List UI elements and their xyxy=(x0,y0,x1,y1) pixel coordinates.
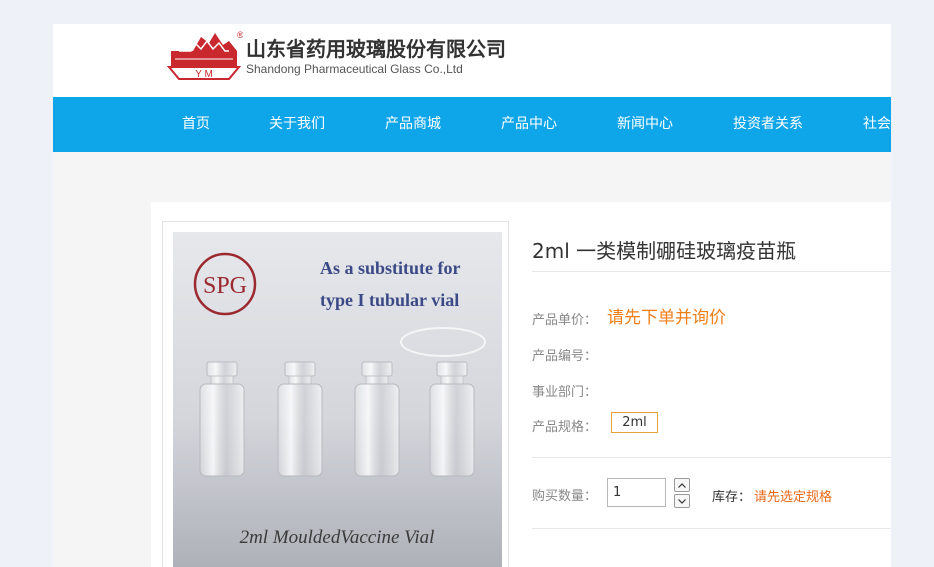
nav-item-investors[interactable]: 投资者关系 xyxy=(733,97,803,152)
image-headline-1: As a substitute for xyxy=(320,258,461,278)
company-logo[interactable]: Y M ® xyxy=(165,29,243,81)
nav-item-about[interactable]: 关于我们 xyxy=(269,97,325,152)
qty-label: 购买数量： xyxy=(532,489,598,504)
nav-item-products[interactable]: 产品中心 xyxy=(501,97,557,152)
dept-label: 事业部门： xyxy=(532,385,598,400)
vial-photo: SPG As a substitute for type I tubular v… xyxy=(173,232,502,567)
image-headline-2: type I tubular vial xyxy=(320,290,459,310)
chevron-up-icon xyxy=(678,482,686,488)
stock-value: 请先选定规格 xyxy=(754,490,833,505)
page-container: Y M ® 山东省药用玻璃股份有限公司 Shandong Pharmaceuti… xyxy=(53,24,891,567)
quantity-input[interactable] xyxy=(607,478,666,507)
product-title: 2ml 一类模制硼硅玻璃疫苗瓶 xyxy=(532,239,797,263)
title-divider xyxy=(532,271,891,272)
registered-mark: ® xyxy=(237,30,243,40)
nav-item-news[interactable]: 新闻中心 xyxy=(617,97,673,152)
logo-letters: Y M xyxy=(195,69,213,80)
company-name-cn: 山东省药用玻璃股份有限公司 xyxy=(246,37,506,61)
price-value: 请先下单并询价 xyxy=(607,308,726,328)
main-nav: 首页 关于我们 产品商城 产品中心 新闻中心 投资者关系 社会 xyxy=(53,97,891,152)
product-detail-card: SPG As a substitute for type I tubular v… xyxy=(151,202,891,567)
chevron-down-icon xyxy=(678,498,686,504)
price-label: 产品单价： xyxy=(532,313,598,328)
site-header: Y M ® 山东省药用玻璃股份有限公司 Shandong Pharmaceuti… xyxy=(53,24,891,97)
spec-divider xyxy=(532,457,891,458)
qty-decrease-button[interactable] xyxy=(674,494,690,508)
product-image[interactable]: SPG As a substitute for type I tubular v… xyxy=(173,232,502,567)
product-image-frame: SPG As a substitute for type I tubular v… xyxy=(162,221,509,567)
nav-item-shop[interactable]: 产品商城 xyxy=(385,97,441,152)
spg-logo-text: SPG xyxy=(203,273,247,299)
spec-option-2ml[interactable]: 2ml xyxy=(611,412,658,433)
code-label: 产品编号： xyxy=(532,349,598,364)
image-caption: 2ml MouldedVaccine Vial xyxy=(240,527,435,548)
nav-item-social[interactable]: 社会 xyxy=(863,97,891,152)
stock-label: 库存： xyxy=(712,490,752,505)
qty-increase-button[interactable] xyxy=(674,478,690,492)
spec-label: 产品规格： xyxy=(532,420,598,435)
nav-item-home[interactable]: 首页 xyxy=(182,97,210,152)
company-name-en: Shandong Pharmaceutical Glass Co.,Ltd xyxy=(246,62,463,76)
qty-divider xyxy=(532,528,891,529)
